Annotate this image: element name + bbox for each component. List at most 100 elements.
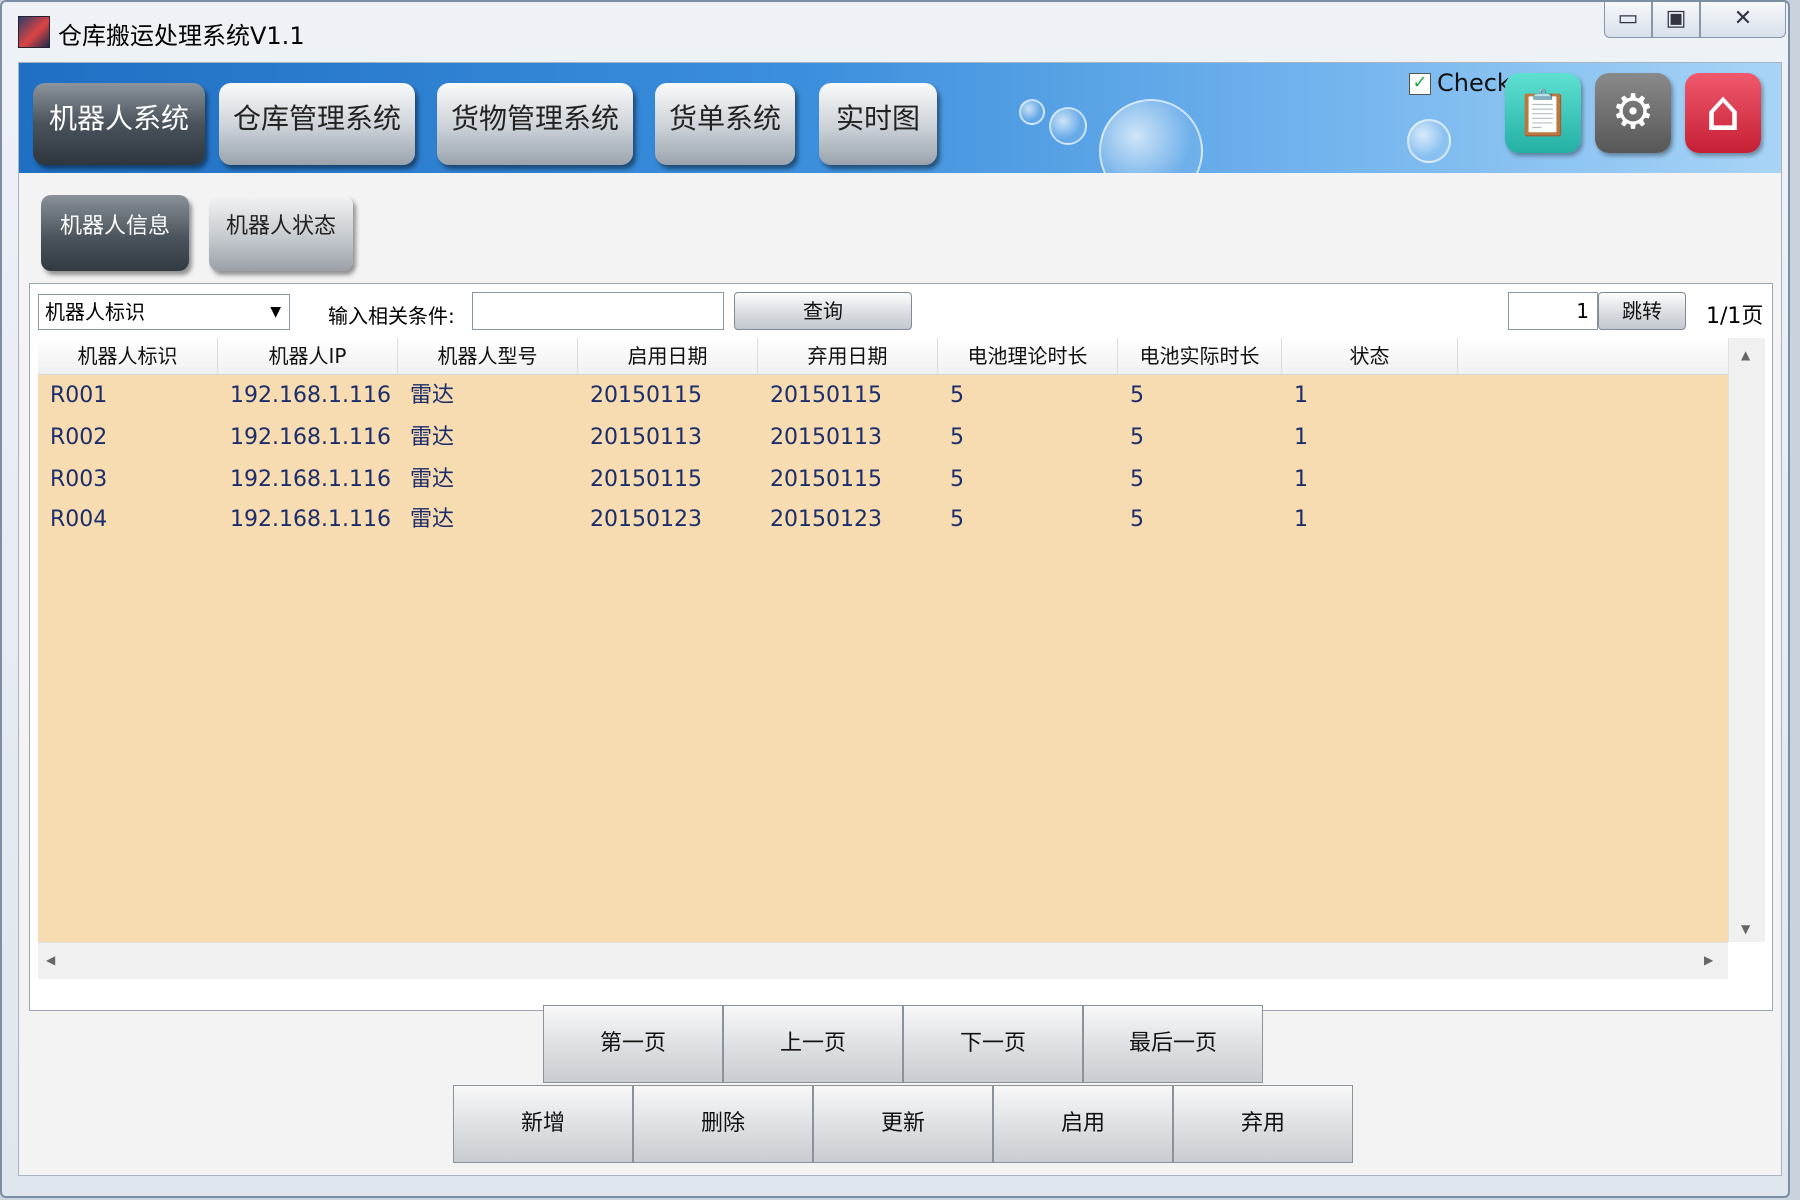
enable-button[interactable]: 启用: [993, 1085, 1173, 1163]
tab-label: 仓库管理系统: [232, 102, 401, 135]
table-cell: 5: [950, 467, 964, 492]
data-table: 机器人标识 机器人IP 机器人型号 启用日期 弃用日期 电池理论时长 电池实际时…: [38, 338, 1728, 942]
table-cell: 192.168.1.116: [230, 425, 391, 450]
scroll-right-icon[interactable]: ▶: [1704, 953, 1713, 967]
table-cell: 5: [950, 383, 964, 408]
main-content: 机器人系统 仓库管理系统 货物管理系统 货单系统 实时图 ✓ Check 📋 ⚙ …: [18, 62, 1782, 1176]
last-page-button[interactable]: 最后一页: [1083, 1005, 1263, 1083]
add-button[interactable]: 新增: [453, 1085, 633, 1163]
tab-warehouse-management[interactable]: 仓库管理系统: [219, 83, 415, 165]
tab-label: 机器人系统: [48, 102, 189, 135]
minimize-button[interactable]: ▭: [1604, 2, 1652, 38]
table-cell: 192.168.1.116: [230, 383, 391, 408]
table-cell: 5: [1130, 507, 1144, 532]
table-cell: 1: [1294, 467, 1308, 492]
check-toggle[interactable]: ✓ Check: [1409, 69, 1511, 97]
page-info: 1/1页: [1706, 304, 1764, 329]
table-cell: 1: [1294, 383, 1308, 408]
column-header[interactable]: 状态: [1282, 338, 1458, 374]
table-cell: 20150123: [590, 507, 702, 532]
field-select-value: 机器人标识: [45, 300, 145, 324]
table-cell: 20150115: [590, 383, 702, 408]
previous-page-button[interactable]: 上一页: [723, 1005, 903, 1083]
tab-order-system[interactable]: 货单系统: [655, 83, 795, 165]
column-header[interactable]: 机器人IP: [218, 338, 398, 374]
page-number-input[interactable]: 1: [1508, 292, 1598, 330]
table-cell: 20150113: [770, 425, 882, 450]
condition-input[interactable]: [472, 292, 724, 330]
scroll-left-icon[interactable]: ◀: [46, 953, 55, 967]
header-banner: 机器人系统 仓库管理系统 货物管理系统 货单系统 实时图 ✓ Check 📋 ⚙ …: [19, 63, 1781, 173]
settings-button[interactable]: ⚙: [1595, 73, 1671, 153]
maximize-button[interactable]: ▣: [1652, 2, 1700, 38]
table-cell: R002: [50, 425, 108, 450]
table-cell: 192.168.1.116: [230, 467, 391, 492]
table-row[interactable]: R002 192.168.1.116 雷达 20150113 20150113 …: [38, 418, 1728, 458]
table-cell: 192.168.1.116: [230, 507, 391, 532]
column-header[interactable]: 启用日期: [578, 338, 758, 374]
gear-icon: ⚙: [1611, 84, 1655, 140]
vertical-scrollbar[interactable]: ▲ ▼: [1728, 338, 1765, 942]
horizontal-scrollbar[interactable]: ◀ ▶: [38, 942, 1728, 979]
table-header: 机器人标识 机器人IP 机器人型号 启用日期 弃用日期 电池理论时长 电池实际时…: [38, 338, 1728, 375]
field-select[interactable]: 机器人标识 ▼: [38, 294, 290, 330]
delete-button[interactable]: 删除: [633, 1085, 813, 1163]
table-cell: R004: [50, 507, 108, 532]
jump-button[interactable]: 跳转: [1598, 292, 1686, 330]
table-row[interactable]: R003 192.168.1.116 雷达 20150115 20150115 …: [38, 460, 1728, 500]
tab-label: 货物管理系统: [450, 102, 619, 135]
checkbox-icon[interactable]: ✓: [1409, 73, 1431, 95]
table-cell: 5: [1130, 383, 1144, 408]
tab-realtime-map[interactable]: 实时图: [819, 83, 937, 165]
scroll-up-icon[interactable]: ▲: [1741, 348, 1750, 362]
home-button[interactable]: ⌂: [1685, 73, 1761, 153]
table-row[interactable]: R001 192.168.1.116 雷达 20150115 20150115 …: [38, 376, 1728, 416]
table-cell: 雷达: [410, 507, 455, 532]
first-page-button[interactable]: 第一页: [543, 1005, 723, 1083]
table-cell: 1: [1294, 425, 1308, 450]
update-button[interactable]: 更新: [813, 1085, 993, 1163]
table-row[interactable]: R004 192.168.1.116 雷达 20150123 20150123 …: [38, 500, 1728, 540]
tab-robot-system[interactable]: 机器人系统: [33, 83, 205, 165]
table-cell: R001: [50, 383, 108, 408]
chevron-down-icon[interactable]: ▼: [270, 295, 281, 329]
data-grid-panel: 机器人标识 ▼ 输入相关条件: 查询 1 跳转 1/1页 机器人标识 机器人IP…: [29, 283, 1773, 1011]
column-header[interactable]: 机器人型号: [398, 338, 578, 374]
query-button[interactable]: 查询: [734, 292, 912, 330]
table-cell: 20150115: [590, 467, 702, 492]
bubble-decoration: [1407, 119, 1451, 163]
bubble-decoration: [1099, 99, 1203, 173]
scroll-down-icon[interactable]: ▼: [1741, 922, 1750, 936]
table-cell: 20150115: [770, 383, 882, 408]
table-cell: 20150115: [770, 467, 882, 492]
app-icon: [18, 16, 50, 48]
next-page-button[interactable]: 下一页: [903, 1005, 1083, 1083]
clipboard-button[interactable]: 📋: [1505, 73, 1581, 153]
close-button[interactable]: ✕: [1700, 2, 1786, 38]
window-title: 仓库搬运处理系统V1.1: [58, 22, 305, 50]
table-cell: 5: [1130, 467, 1144, 492]
column-header[interactable]: 弃用日期: [758, 338, 938, 374]
bubble-decoration: [1049, 107, 1087, 145]
table-cell: 5: [1130, 425, 1144, 450]
column-header[interactable]: 机器人标识: [38, 338, 218, 374]
column-header[interactable]: 电池理论时长: [938, 338, 1118, 374]
tab-label: 实时图: [835, 102, 920, 135]
tab-goods-management[interactable]: 货物管理系统: [437, 83, 633, 165]
condition-label: 输入相关条件:: [328, 304, 455, 328]
tab-label: 货单系统: [668, 102, 781, 135]
subtab-label: 机器人状态: [225, 214, 336, 239]
check-label: Check: [1437, 69, 1511, 97]
subtab-robot-status[interactable]: 机器人状态: [209, 195, 353, 271]
table-cell: 雷达: [410, 383, 455, 408]
subtab-robot-info[interactable]: 机器人信息: [41, 195, 189, 271]
disable-button[interactable]: 弃用: [1173, 1085, 1353, 1163]
table-cell: 5: [950, 425, 964, 450]
column-header[interactable]: 电池实际时长: [1118, 338, 1282, 374]
table-cell: 雷达: [410, 425, 455, 450]
table-cell: R003: [50, 467, 108, 492]
subtab-label: 机器人信息: [59, 214, 170, 239]
table-cell: 5: [950, 507, 964, 532]
table-cell: 20150113: [590, 425, 702, 450]
table-cell: 20150123: [770, 507, 882, 532]
